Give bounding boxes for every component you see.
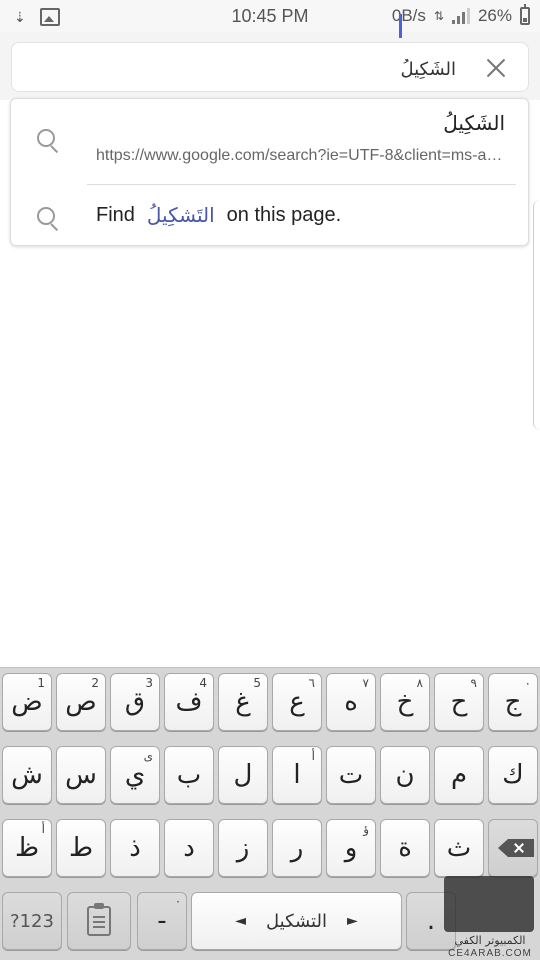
find-in-page-bar	[11, 42, 529, 92]
search-icon	[37, 129, 59, 154]
data-rate: 0B/s	[391, 6, 426, 25]
battery-percent: 26%	[477, 6, 512, 25]
space-key[interactable]: ◄ التشكيل ►	[191, 892, 402, 950]
key-row1-3[interactable]: ٨خ	[380, 673, 430, 731]
suggestion-url: https://www.google.com/search?ie=UTF-8&c…	[96, 147, 506, 164]
edge-panel-handle[interactable]	[533, 200, 540, 430]
network-type-icon: ⇅	[433, 9, 444, 23]
find-highlight: التَشكِيلُ	[146, 203, 215, 227]
key-row1-6[interactable]: 5غ	[218, 673, 268, 731]
dash-key[interactable]: · -	[137, 892, 187, 950]
status-bar: ⇣ 10:45 PM 0B/s ⇅ 26%	[0, 0, 540, 32]
text-cursor	[399, 14, 402, 38]
key-row1-7[interactable]: 4ف	[164, 673, 214, 731]
watermark-logo-icon	[444, 876, 534, 932]
key-row3-1[interactable]: ث	[434, 819, 484, 877]
find-input[interactable]	[94, 53, 458, 85]
key-row2-8[interactable]: ىي	[110, 746, 160, 804]
right-arrow-icon: ►	[346, 913, 358, 929]
key-row2-10[interactable]: ش	[2, 746, 52, 804]
key-row3-5[interactable]: ز	[218, 819, 268, 877]
close-icon[interactable]	[484, 56, 508, 80]
key-row3-2[interactable]: ة	[380, 819, 430, 877]
backspace-key[interactable]	[488, 819, 538, 877]
key-row1-4[interactable]: ٧ه	[326, 673, 376, 731]
key-row3-9[interactable]: أظ	[2, 819, 52, 877]
key-row2-7[interactable]: ب	[164, 746, 214, 804]
key-row1-1[interactable]: ٠ج	[488, 673, 538, 731]
key-row2-1[interactable]: ك	[488, 746, 538, 804]
key-row2-3[interactable]: ن	[380, 746, 430, 804]
key-row3-7[interactable]: ذ	[110, 819, 160, 877]
status-right-icons: 0B/s ⇅ 26%	[391, 4, 530, 26]
find-suffix: on this page.	[226, 203, 342, 226]
backspace-icon	[498, 839, 534, 857]
clipboard-key[interactable]	[67, 892, 131, 950]
key-row2-9[interactable]: س	[56, 746, 106, 804]
signal-icon	[451, 8, 470, 24]
key-row1-10[interactable]: 1ض	[2, 673, 52, 731]
space-key-content: ◄ التشكيل ►	[235, 911, 358, 932]
key-row2-2[interactable]: م	[434, 746, 484, 804]
symbols-key[interactable]: ?123	[2, 892, 62, 950]
find-on-page-text: Find التَشكِيلُ on this page.	[96, 203, 341, 227]
suggestion-title: الشَكِيلُ	[443, 111, 505, 135]
clipboard-icon	[87, 903, 111, 936]
key-row1-9[interactable]: 2ص	[56, 673, 106, 731]
key-row3-8[interactable]: ط	[56, 819, 106, 877]
key-row1-2[interactable]: ٩ح	[434, 673, 484, 731]
find-prefix: Find	[96, 203, 135, 226]
key-row2-4[interactable]: ت	[326, 746, 376, 804]
key-row2-6[interactable]: ل	[218, 746, 268, 804]
key-row1-5[interactable]: ٦ع	[272, 673, 322, 731]
left-arrow-icon: ◄	[235, 913, 246, 929]
key-row3-4[interactable]: ر	[272, 819, 322, 877]
suggestion-divider	[87, 184, 516, 185]
watermark: الكمبيوتر الكفي CE4ARAB.COM	[440, 876, 540, 960]
key-row1-8[interactable]: 3ق	[110, 673, 160, 731]
key-row3-6[interactable]: د	[164, 819, 214, 877]
battery-icon	[520, 4, 530, 25]
watermark-text: الكمبيوتر الكفي	[454, 934, 526, 947]
suggestions-dropdown: الشَكِيلُ https://www.google.com/search?…	[10, 98, 529, 246]
search-icon	[37, 207, 59, 232]
watermark-site: CE4ARAB.COM	[448, 948, 532, 959]
key-row2-5[interactable]: أا	[272, 746, 322, 804]
key-row3-3[interactable]: ؤو	[326, 819, 376, 877]
space-language-label: التشكيل	[266, 910, 327, 932]
